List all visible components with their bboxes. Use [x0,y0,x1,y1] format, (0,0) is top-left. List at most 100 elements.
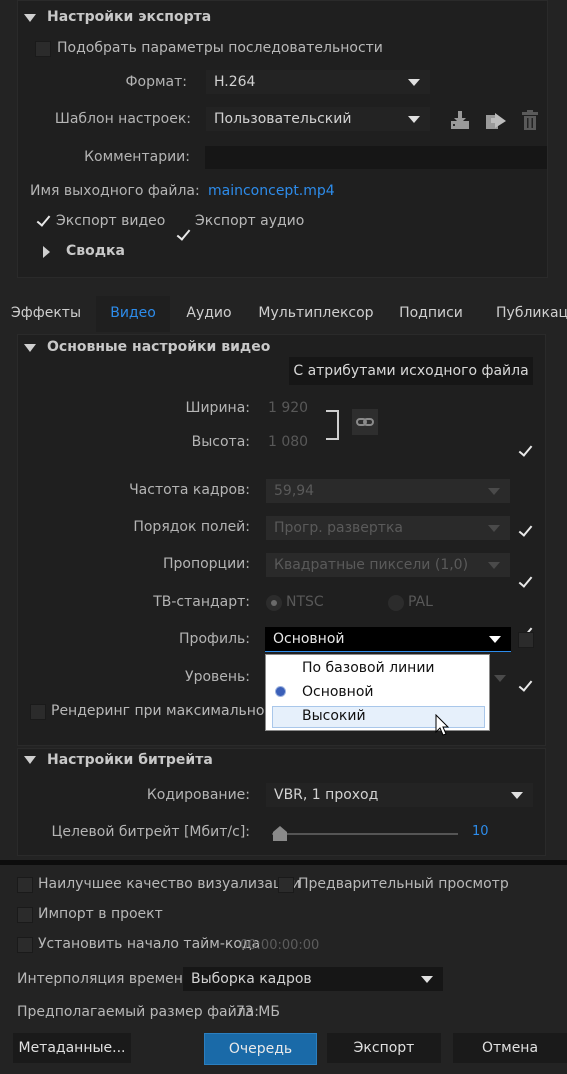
export-audio-checkbox[interactable] [176,228,190,242]
output-name-label: Имя выходного файла: [30,183,200,199]
match-sequence-checkbox[interactable] [35,41,51,57]
chevron-down-icon [408,79,420,86]
interpolation-value: Выборка кадров [191,971,312,987]
field-order-checkbox[interactable] [518,575,532,589]
format-label: Формат: [125,74,187,90]
pal-label: PAL [408,594,433,610]
aspect-dropdown[interactable]: Квадратные пиксели (1,0) [266,553,510,577]
chevron-down-icon [488,488,500,495]
ntsc-radio[interactable] [266,595,282,611]
metadata-button[interactable]: Метаданные... [13,1033,131,1063]
comments-label: Комментарии: [84,149,190,165]
ntsc-label: NTSC [286,594,324,610]
tab-video[interactable]: Видео [96,305,170,321]
bitrate-title: Настройки битрейта [47,752,213,768]
preset-dropdown[interactable]: Пользовательский [206,107,430,131]
height-value: 1 080 [268,434,309,450]
queue-button[interactable]: Очередь [204,1033,317,1065]
target-bitrate-value[interactable]: 10 [472,824,489,839]
timecode-label: Установить начало тайм-кода [38,936,261,952]
target-bitrate-label: Целевой битрейт [Мбит/с]: [51,824,250,840]
collapse-arrow-icon[interactable] [24,14,36,22]
comments-field[interactable] [205,146,547,169]
pal-radio[interactable] [388,595,404,611]
preset-value: Пользовательский [214,111,352,127]
chain-link-icon[interactable] [352,409,378,435]
interpolation-label: Интерполяция времени: [17,971,197,987]
export-video-label: Экспорт видео [56,213,166,229]
frame-rate-value: 59,94 [274,483,315,499]
frame-rate-dropdown[interactable]: 59,94 [266,479,510,503]
max-quality-checkbox[interactable] [17,877,33,893]
profile-options-menu: По базовой линии Основной Высокий [265,654,490,731]
width-label: Ширина: [185,400,250,416]
tv-standard-label: ТВ-стандарт: [153,594,250,610]
profile-option-main[interactable]: Основной [302,684,374,700]
field-order-value: Прогр. развертка [274,520,403,536]
export-settings-title: Настройки экспорта [47,9,212,25]
profile-label: Профиль: [179,631,250,647]
filesize-value: 73 МБ [236,1004,280,1020]
tv-standard-checkbox[interactable] [518,679,532,693]
export-audio-label: Экспорт аудио [195,213,305,229]
render-max-depth-label: Рендеринг при максимальной глу [51,703,265,719]
profile-option-baseline[interactable]: По базовой линии [302,660,435,676]
tab-audio[interactable]: Аудио [174,305,244,321]
profile-dropdown[interactable]: Основной [265,627,511,652]
render-max-depth-checkbox[interactable] [30,704,46,720]
frame-rate-checkbox[interactable] [518,524,532,538]
chevron-down-icon [408,116,420,123]
mouse-cursor-icon [435,713,451,738]
tab-captions[interactable]: Подписи [390,305,472,321]
max-quality-label: Наилучшее качество визуализации [38,876,301,892]
profile-checkbox[interactable] [518,632,534,648]
field-order-dropdown[interactable]: Прогр. развертка [266,516,510,540]
encoding-value: VBR, 1 проход [274,787,379,803]
bitrate-slider-handle[interactable] [273,826,287,841]
dimensions-override-checkbox[interactable] [518,444,532,458]
import-project-label: Импорт в проект [38,906,163,922]
aspect-value: Квадратные пиксели (1,0) [274,557,469,573]
match-sequence-label: Подобрать параметры последовательности [57,40,383,56]
import-preset-icon[interactable] [485,111,507,131]
match-source-button[interactable]: С атрибутами исходного файла [289,357,533,385]
height-label: Высота: [191,434,250,450]
collapse-arrow-icon[interactable] [24,344,36,352]
basic-video-title: Основные настройки видео [47,339,271,355]
bitrate-slider-track[interactable] [272,833,458,835]
interpolation-dropdown[interactable]: Выборка кадров [183,967,443,991]
export-video-checkbox[interactable] [36,214,50,228]
encoding-dropdown[interactable]: VBR, 1 проход [266,783,533,807]
level-label: Уровень: [185,669,250,685]
export-button[interactable]: Экспорт [327,1033,441,1063]
chevron-down-icon [488,562,500,569]
delete-preset-icon[interactable] [521,110,539,131]
divider [0,860,567,865]
encoding-label: Кодирование: [146,787,250,803]
chevron-down-icon [421,976,433,983]
chevron-down-icon [494,675,506,682]
radio-selected-icon [276,687,285,696]
cancel-button[interactable]: Отмена [453,1033,567,1063]
import-project-checkbox[interactable] [17,907,33,923]
format-dropdown[interactable]: H.264 [206,70,430,94]
preview-label: Предварительный просмотр [298,876,509,892]
tab-publish[interactable]: Публикаци [484,305,567,321]
chevron-down-icon [488,525,500,532]
summary-title[interactable]: Сводка [66,243,125,259]
save-preset-icon[interactable] [450,110,470,130]
tab-multiplexer[interactable]: Мультиплексор [252,305,380,321]
chevron-down-icon [511,792,523,799]
profile-option-high[interactable]: Высокий [302,708,366,724]
timecode-checkbox[interactable] [17,937,33,953]
filesize-label: Предполагаемый размер файла: [17,1004,259,1020]
tab-effects[interactable]: Эффекты [0,305,92,321]
frame-rate-label: Частота кадров: [129,482,250,498]
profile-value: Основной [273,631,345,647]
link-bracket [326,410,339,440]
output-name-link[interactable]: mainconcept.mp4 [208,183,335,199]
field-order-label: Порядок полей: [133,519,250,535]
expand-arrow-icon[interactable] [43,246,50,258]
collapse-arrow-icon[interactable] [24,756,36,764]
preview-checkbox[interactable] [278,877,294,893]
